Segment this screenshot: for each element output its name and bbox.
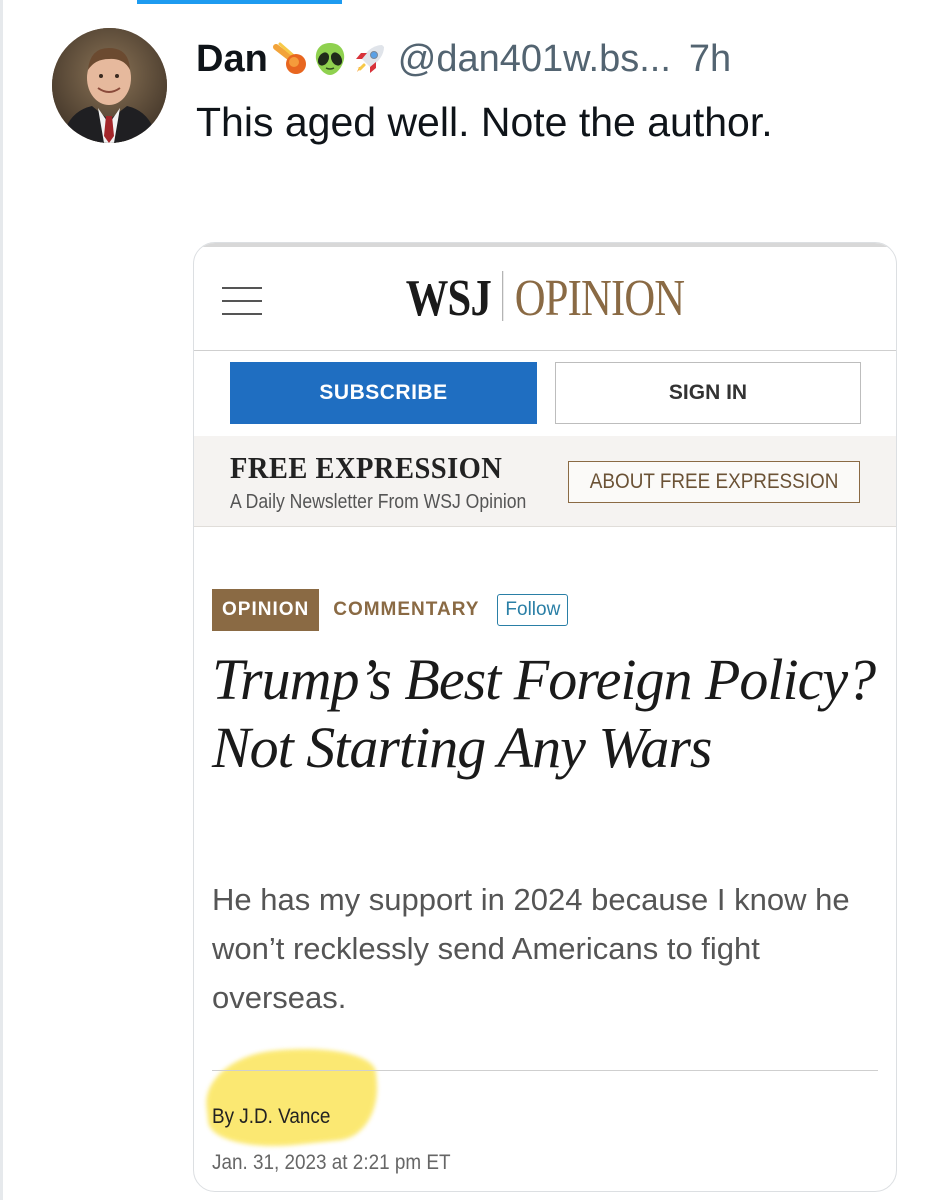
- article-tags: OPINION COMMENTARY Follow: [212, 588, 569, 632]
- author-name[interactable]: Dan: [196, 38, 268, 81]
- thread-border: [0, 0, 3, 1200]
- logo-wsj: WSJ: [405, 270, 492, 327]
- logo-opinion: OPINION: [514, 270, 685, 327]
- newsletter-banner: FREE EXPRESSION A Daily Newsletter From …: [194, 436, 896, 527]
- byline-divider: [212, 1070, 878, 1071]
- follow-button[interactable]: Follow: [497, 594, 569, 626]
- newsletter-subtitle: A Daily Newsletter From WSJ Opinion: [230, 491, 527, 513]
- commentary-tag[interactable]: COMMENTARY: [333, 599, 479, 621]
- post-text: This aged well. Note the author.: [196, 99, 773, 145]
- about-free-expression-button[interactable]: ABOUT FREE EXPRESSION: [568, 461, 860, 503]
- article-timestamp: Jan. 31, 2023 at 2:21 pm ET: [212, 1151, 451, 1174]
- wsj-masthead: WSJ OPINION: [194, 247, 896, 351]
- hamburger-menu-icon[interactable]: [222, 287, 262, 317]
- alien-icon: [312, 41, 348, 77]
- article-byline[interactable]: By J.D. Vance: [212, 1105, 330, 1129]
- post-timestamp[interactable]: 7h: [689, 38, 731, 81]
- sign-in-button[interactable]: SIGN IN: [555, 362, 861, 424]
- wsj-opinion-logo[interactable]: WSJ OPINION: [257, 269, 833, 328]
- author-handle[interactable]: @dan401w.bs...: [398, 38, 671, 81]
- embedded-image[interactable]: WSJ OPINION SUBSCRIBE SIGN IN FREE EXPRES…: [193, 242, 897, 1192]
- opinion-tag[interactable]: OPINION: [212, 589, 320, 631]
- yellow-highlighter-mark: [201, 1040, 383, 1154]
- logo-divider: [502, 271, 504, 321]
- newsletter-title: FREE EXPRESSION: [230, 450, 503, 485]
- subscribe-button[interactable]: SUBSCRIBE: [230, 362, 537, 424]
- article-dek: He has my support in 2024 because I know…: [212, 882, 850, 1015]
- post-header: Dan @dan401w.bs... 7h: [196, 34, 731, 84]
- avatar[interactable]: [52, 28, 167, 143]
- about-free-expression-label: ABOUT FREE EXPRESSION: [589, 470, 839, 493]
- avatar-photo: [52, 28, 167, 143]
- comet-icon: [272, 41, 308, 77]
- article-headline: Trump’s Best Foreign Policy? Not Startin…: [212, 647, 876, 780]
- active-tab-indicator: [137, 0, 342, 4]
- rocket-icon: [352, 41, 388, 77]
